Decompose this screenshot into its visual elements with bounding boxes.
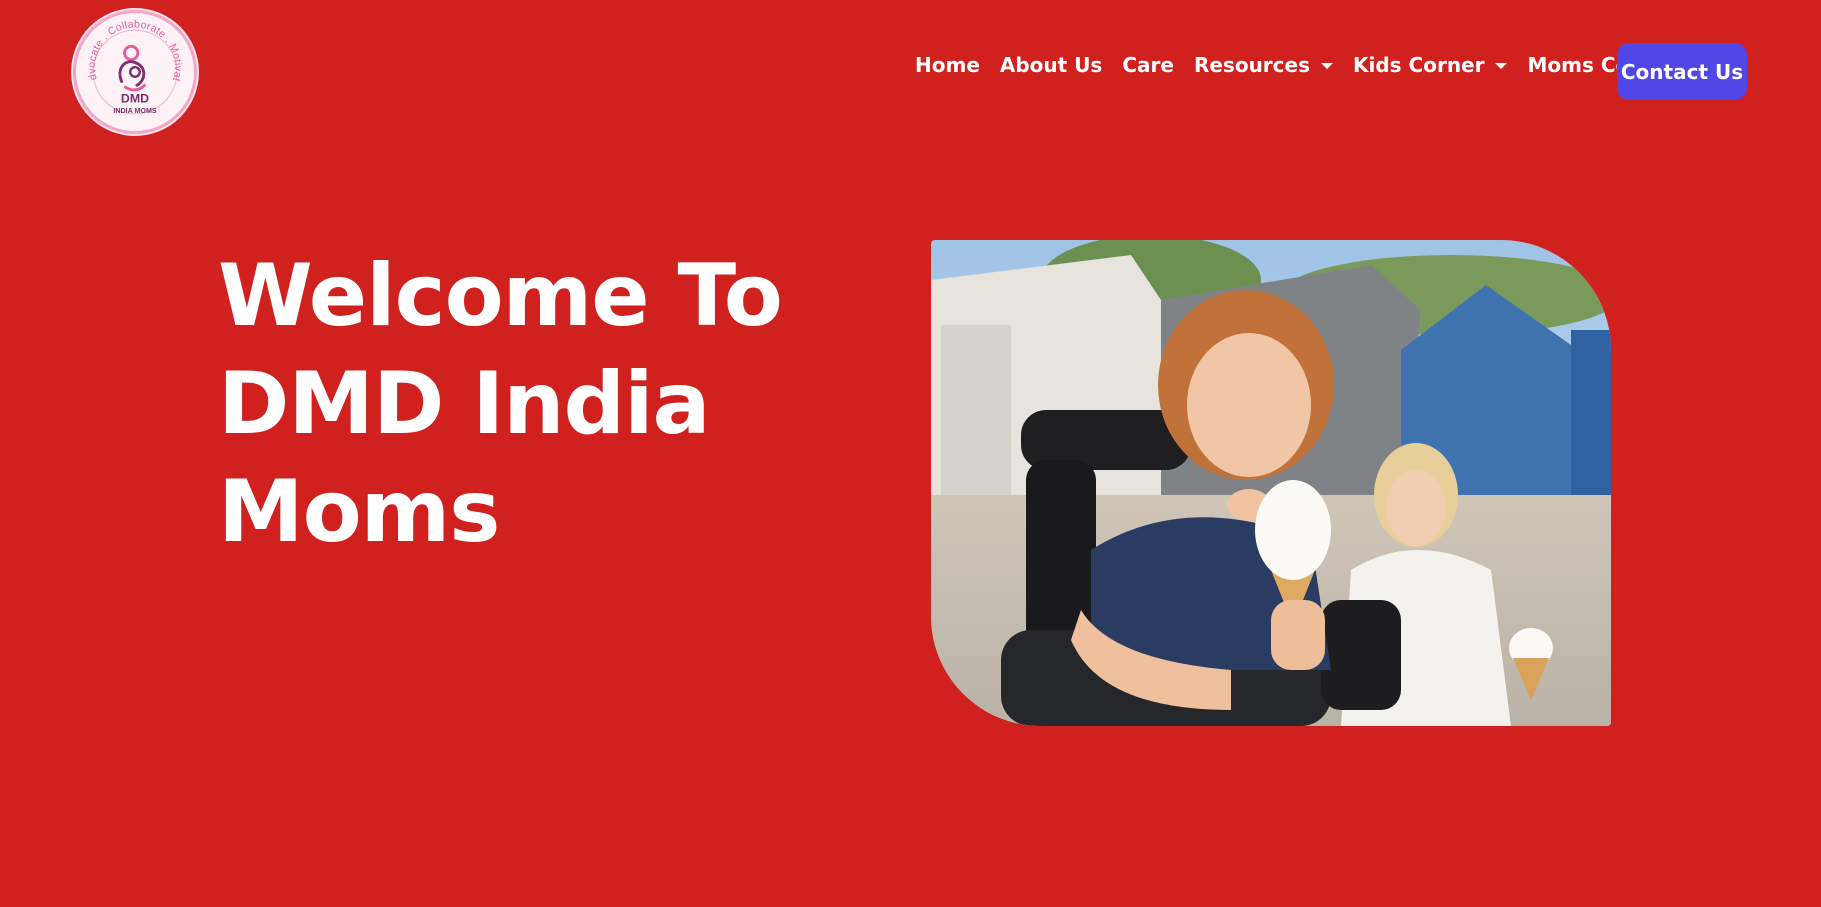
hero-photo bbox=[931, 240, 1611, 726]
nav-care-label: Care bbox=[1122, 53, 1174, 77]
nav-kids-corner-dropdown[interactable]: Kids Corner bbox=[1343, 53, 1517, 77]
nav-resources-dropdown[interactable]: Resources bbox=[1184, 53, 1343, 77]
hero-title-line-3: Moms bbox=[218, 462, 500, 562]
logo-brand-text: DMD bbox=[121, 91, 149, 105]
nav-care[interactable]: Care bbox=[1112, 53, 1184, 77]
nav-about-us[interactable]: About Us bbox=[990, 53, 1112, 77]
caret-down-icon bbox=[1495, 63, 1508, 69]
caret-down-icon bbox=[1321, 63, 1333, 69]
logo-emblem-icon: Advocate . Collaborate . Motivate DMD IN… bbox=[76, 13, 191, 128]
nav-home[interactable]: Home bbox=[905, 53, 990, 77]
nav-resources-label: Resources bbox=[1193, 53, 1310, 77]
nav-about-us-label: About Us bbox=[999, 53, 1103, 77]
hero-title: Welcome To DMD India Moms bbox=[218, 242, 818, 566]
nav-kids-corner-label: Kids Corner bbox=[1353, 53, 1485, 77]
site-logo[interactable]: Advocate . Collaborate . Motivate DMD IN… bbox=[73, 10, 197, 134]
contact-us-button[interactable]: Contact Us bbox=[1617, 43, 1747, 100]
hero-photo-illustration bbox=[931, 240, 1611, 726]
nav-home-label: Home bbox=[915, 53, 980, 77]
page: Advocate . Collaborate . Motivate DMD IN… bbox=[0, 0, 1821, 907]
logo-sub-text: INDIA MOMS bbox=[113, 107, 157, 115]
hero-title-line-1: Welcome To bbox=[218, 246, 783, 346]
hero-title-line-2: DMD India bbox=[218, 354, 711, 454]
